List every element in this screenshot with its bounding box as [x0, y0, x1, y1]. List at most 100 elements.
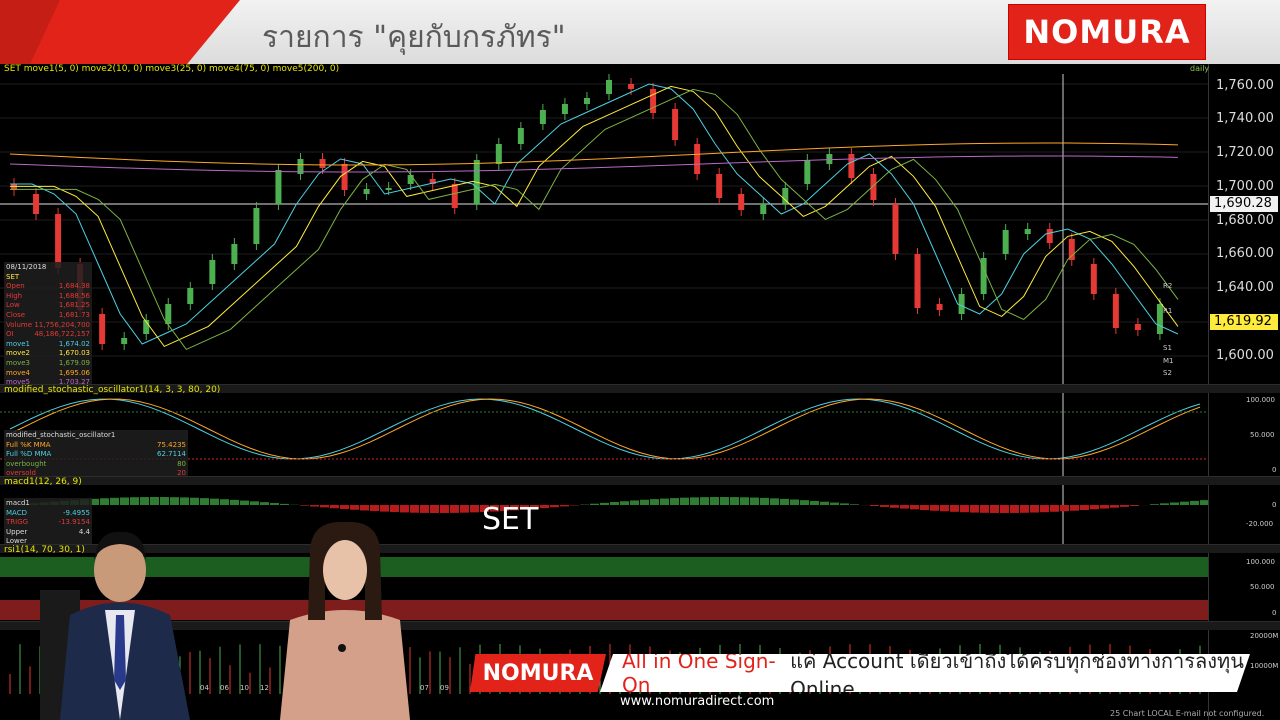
data-row: Full %K MMA 75.4235	[6, 440, 186, 449]
pane-separator[interactable]	[0, 476, 1280, 485]
date-tick: 07	[420, 684, 429, 692]
status-bar: 25 Chart LOCAL E-mail not configured.	[1110, 709, 1265, 718]
candle-body	[826, 154, 833, 164]
macd-histogram-bar	[600, 502, 609, 505]
period-label: daily	[1190, 64, 1210, 73]
macd-histogram-bar	[190, 497, 199, 505]
macd-histogram-bar	[1120, 505, 1129, 507]
data-row: move3 1,679.09	[6, 358, 90, 367]
ad-text: แค่ Account เดียวเข้าถึงได้ครบทุกช่องทาง…	[790, 649, 1244, 701]
macd-histogram-bar	[150, 497, 159, 505]
candle-body	[407, 175, 414, 184]
top-banner: รายการ "คุยกับกรภัทร" NOMURA	[0, 0, 1280, 64]
pivot-label: R1	[1163, 307, 1173, 315]
candle-body	[672, 109, 679, 140]
candle-body	[606, 80, 612, 94]
candle-body	[958, 294, 965, 314]
macd-histogram-bar	[1170, 502, 1179, 505]
pivot-label: M1	[1163, 357, 1174, 365]
macd-histogram-bar	[1130, 505, 1139, 506]
macd-histogram-bar	[460, 505, 469, 513]
candle-body	[319, 159, 326, 168]
macd-histogram-bar	[240, 500, 249, 505]
candle-body	[341, 164, 348, 190]
ad-highlight: All in One Sign-On	[622, 649, 776, 697]
macd-histogram-bar	[740, 497, 749, 505]
moving-average-line	[10, 88, 1179, 351]
macd-histogram-bar	[160, 497, 169, 505]
macd-histogram-bar	[850, 504, 859, 505]
macd-histogram-bar	[1070, 505, 1079, 511]
rsi-axis-tick: 0	[1272, 609, 1277, 617]
rsi-axis-tick: 100.000	[1246, 558, 1275, 566]
candle-body	[121, 338, 128, 344]
macd-histogram-bar	[130, 497, 139, 505]
macd-histogram-bar	[1180, 501, 1189, 505]
macd-histogram-bar	[140, 497, 149, 505]
candle-body	[165, 304, 172, 324]
price-tick: 1,740.00	[1216, 111, 1274, 126]
price-tick: 1,760.00	[1216, 78, 1274, 93]
moving-average-line	[9, 142, 1178, 166]
macd-histogram-bar	[120, 497, 129, 505]
macd-histogram-bar	[880, 505, 889, 507]
macd-histogram-bar	[900, 505, 909, 509]
candle-body	[1112, 294, 1119, 328]
macd-histogram-bar	[320, 505, 329, 508]
macd-histogram-bar	[330, 505, 339, 509]
macd-histogram-bar	[700, 497, 709, 505]
stoch-d-line	[9, 398, 1201, 460]
macd-histogram-bar	[300, 505, 309, 506]
macd-histogram-bar	[690, 497, 699, 505]
date-tick: 10	[240, 684, 249, 692]
macd-histogram-bar	[100, 498, 109, 505]
candle-body	[1134, 324, 1141, 330]
candle-body	[583, 98, 590, 104]
stoch-legend-title: modified_stochastic_oscillator1	[6, 431, 116, 439]
macd-histogram-bar	[1040, 505, 1049, 513]
show-title: รายการ "คุยกับกรภัทร"	[262, 20, 566, 55]
last-price-label: 1,619.92	[1210, 314, 1278, 330]
macd-histogram-bar	[200, 498, 209, 505]
candle-body	[99, 314, 106, 344]
macd-histogram-bar	[220, 499, 229, 505]
macd-histogram-bar	[250, 501, 259, 505]
candle-body	[1068, 239, 1075, 260]
data-row: Volume 11,756,204,700	[6, 320, 90, 329]
candle-body	[495, 144, 502, 164]
candle-body	[1002, 230, 1009, 254]
candle-body	[870, 174, 877, 200]
data-row: move1 1,674.02	[6, 339, 90, 348]
macd-histogram-bar	[830, 502, 839, 505]
data-window: 08/11/2018 SET Open 1,684.38 High 1,688.56…	[4, 262, 92, 389]
candle-body	[1046, 229, 1053, 243]
candle-body	[363, 189, 370, 194]
data-row: overbought 80	[6, 459, 186, 468]
pivot-label: R2	[1163, 282, 1173, 290]
macd-histogram-bar	[910, 505, 919, 510]
stoch-k-line	[9, 398, 1201, 460]
pivot-label: S1	[1163, 344, 1172, 352]
candle-body	[936, 304, 943, 310]
candle-body	[33, 194, 40, 214]
macd-histogram-bar	[840, 503, 849, 505]
macd-histogram-bar	[390, 505, 399, 513]
macd-histogram-bar	[620, 501, 629, 505]
candle-body	[1024, 229, 1031, 234]
macd-histogram-bar	[760, 497, 769, 505]
candle-body	[517, 128, 524, 144]
macd-histogram-bar	[590, 503, 599, 505]
macd-histogram-bar	[280, 503, 289, 505]
ad-url: www.nomuradirect.com	[620, 694, 775, 709]
macd-histogram-bar	[610, 502, 619, 505]
price-tick: 1,720.00	[1216, 145, 1274, 160]
data-window-symbol: SET	[6, 272, 20, 281]
candle-body	[628, 84, 635, 89]
macd-histogram-bar	[1030, 505, 1039, 513]
macd-histogram-bar	[980, 505, 989, 513]
macd-histogram-bar	[400, 505, 409, 513]
macd-histogram-bar	[550, 505, 559, 508]
macd-histogram-bar	[940, 505, 949, 512]
ad-nomura-logo: NOMURA	[470, 654, 606, 692]
candle-body	[804, 160, 811, 184]
